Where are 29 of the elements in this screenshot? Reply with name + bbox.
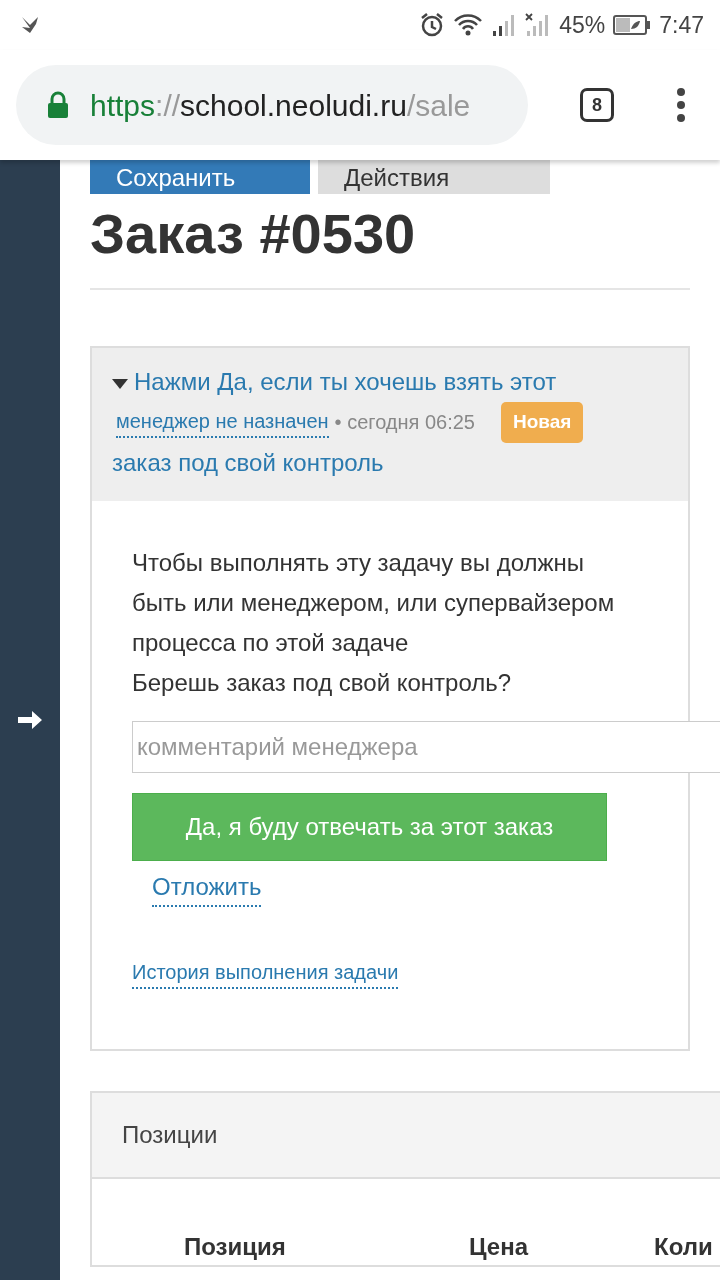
column-header: Цена bbox=[469, 1231, 530, 1262]
column-header: Позиция bbox=[184, 1231, 287, 1262]
message-text: Берешь заказ под свой контроль? bbox=[132, 667, 513, 698]
panel-heading: Позиции bbox=[92, 1092, 720, 1179]
history-link[interactable]: История выполнения задачи bbox=[132, 956, 399, 989]
arrow-right-icon[interactable] bbox=[16, 708, 44, 732]
url-text: https://school.neoludi.ru/sale bbox=[90, 87, 471, 124]
manager-link[interactable]: менеджер не назначен bbox=[116, 406, 329, 439]
page-title: Заказ #0530 bbox=[90, 201, 417, 262]
menu-icon[interactable] bbox=[676, 87, 686, 123]
message-text: Чтобы выполнять эту задачу вы должны быть или менеджером, или супервайзером процесса по этой задаче bbox=[132, 547, 616, 658]
address-bar[interactable]: https://school.neoludi.ru/sale bbox=[16, 65, 528, 145]
column-header: Коли bbox=[654, 1231, 714, 1262]
battery-icon bbox=[613, 14, 652, 36]
battery-percent: 45% bbox=[559, 10, 606, 40]
task-title-link[interactable]: заказ под свой контроль bbox=[112, 446, 384, 479]
app-notification-icon bbox=[20, 15, 40, 35]
status-badge: Новая bbox=[501, 402, 584, 443]
confirm-button[interactable]: Да, я буду отвечать за этот заказ bbox=[132, 792, 607, 861]
postpone-link[interactable]: Отложить bbox=[152, 868, 262, 907]
tab-count-button[interactable]: 8 bbox=[580, 88, 614, 122]
actions-button[interactable]: Действия bbox=[318, 160, 550, 194]
lock-icon bbox=[46, 91, 70, 119]
task-title-link[interactable]: Нажми Да, если ты хочешь взять этот bbox=[112, 366, 557, 398]
task-time: • сегодня 06:25 bbox=[334, 410, 475, 436]
save-button[interactable]: Сохранить bbox=[90, 160, 310, 194]
comment-field[interactable]: комментарий менеджера bbox=[132, 720, 720, 773]
wifi-icon bbox=[453, 13, 484, 37]
clock: 7:47 bbox=[659, 10, 704, 40]
